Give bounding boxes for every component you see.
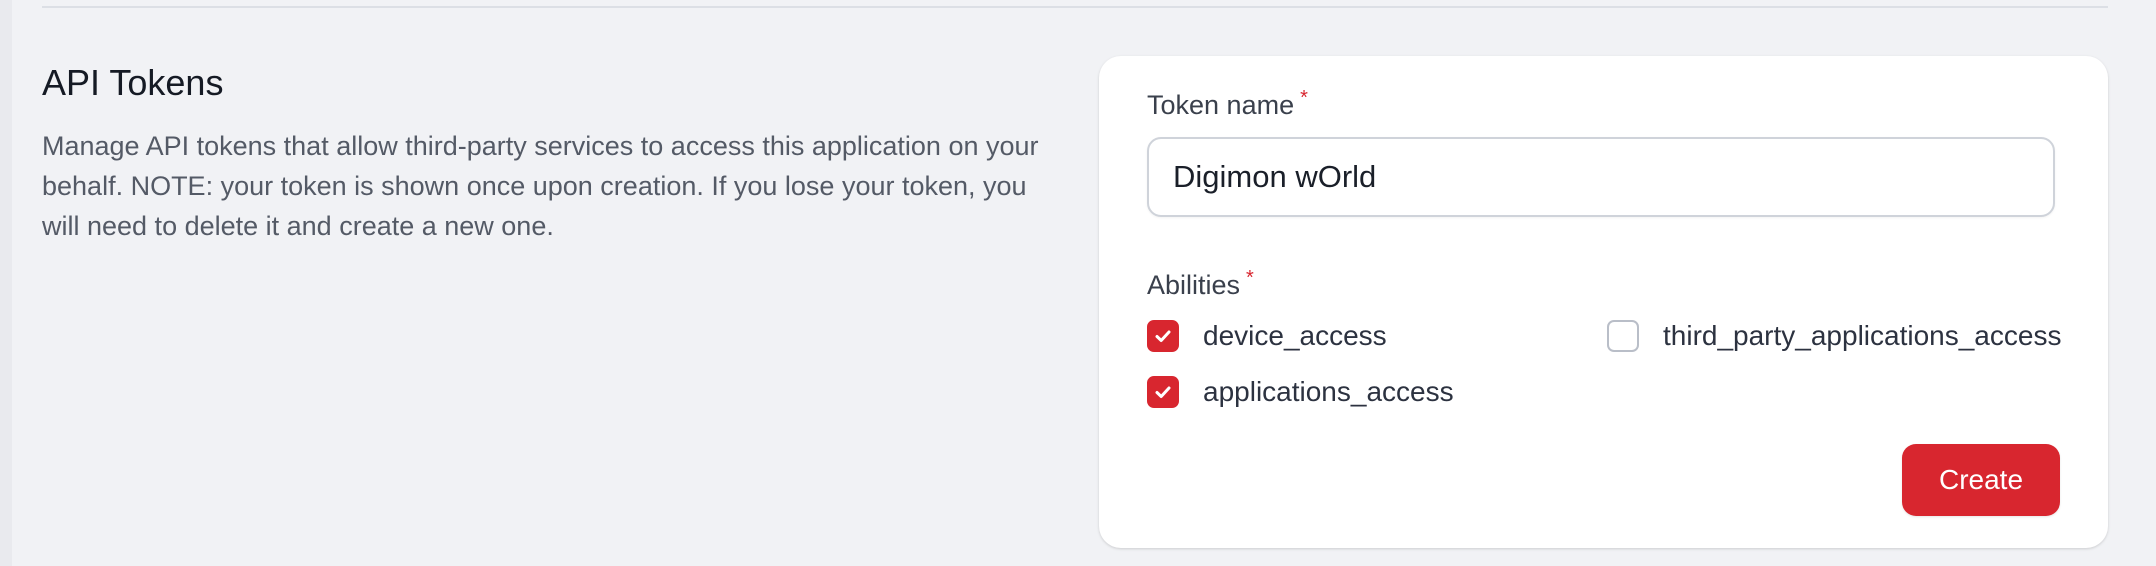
check-icon xyxy=(1155,386,1171,398)
checkbox-device-access[interactable] xyxy=(1147,320,1179,352)
create-button[interactable]: Create xyxy=(1902,444,2060,516)
required-star: * xyxy=(1300,87,1308,109)
section-info: API Tokens Manage API tokens that allow … xyxy=(42,58,1062,246)
abilities-label-text: Abilities xyxy=(1147,270,1241,300)
section-description: Manage API tokens that allow third-party… xyxy=(42,131,1039,241)
abilities-label: Abilities * xyxy=(1147,267,1254,301)
ability-label: third_party_applications_access xyxy=(1663,320,2062,351)
ability-label: device_access xyxy=(1203,320,1387,351)
section-title: API Tokens xyxy=(42,62,224,103)
section-divider xyxy=(42,6,2108,8)
ability-applications-access[interactable]: applications_access xyxy=(1147,376,1454,408)
required-star: * xyxy=(1246,267,1254,289)
token-form-card: Token name* Abilities* device_access thi… xyxy=(1099,56,2108,548)
token-name-label: Token name * xyxy=(1147,87,1308,121)
checkbox-third-party-applications-access[interactable] xyxy=(1607,320,1639,352)
check-icon xyxy=(1155,330,1171,342)
token-name-input[interactable] xyxy=(1147,137,2055,217)
ability-label: applications_access xyxy=(1203,376,1454,407)
page-left-edge xyxy=(0,0,12,566)
ability-device-access[interactable]: device_access xyxy=(1147,320,1387,352)
token-name-label-text: Token name xyxy=(1147,90,1295,120)
ability-third-party-applications-access[interactable]: third_party_applications_access xyxy=(1607,320,2061,352)
checkbox-applications-access[interactable] xyxy=(1147,376,1179,408)
